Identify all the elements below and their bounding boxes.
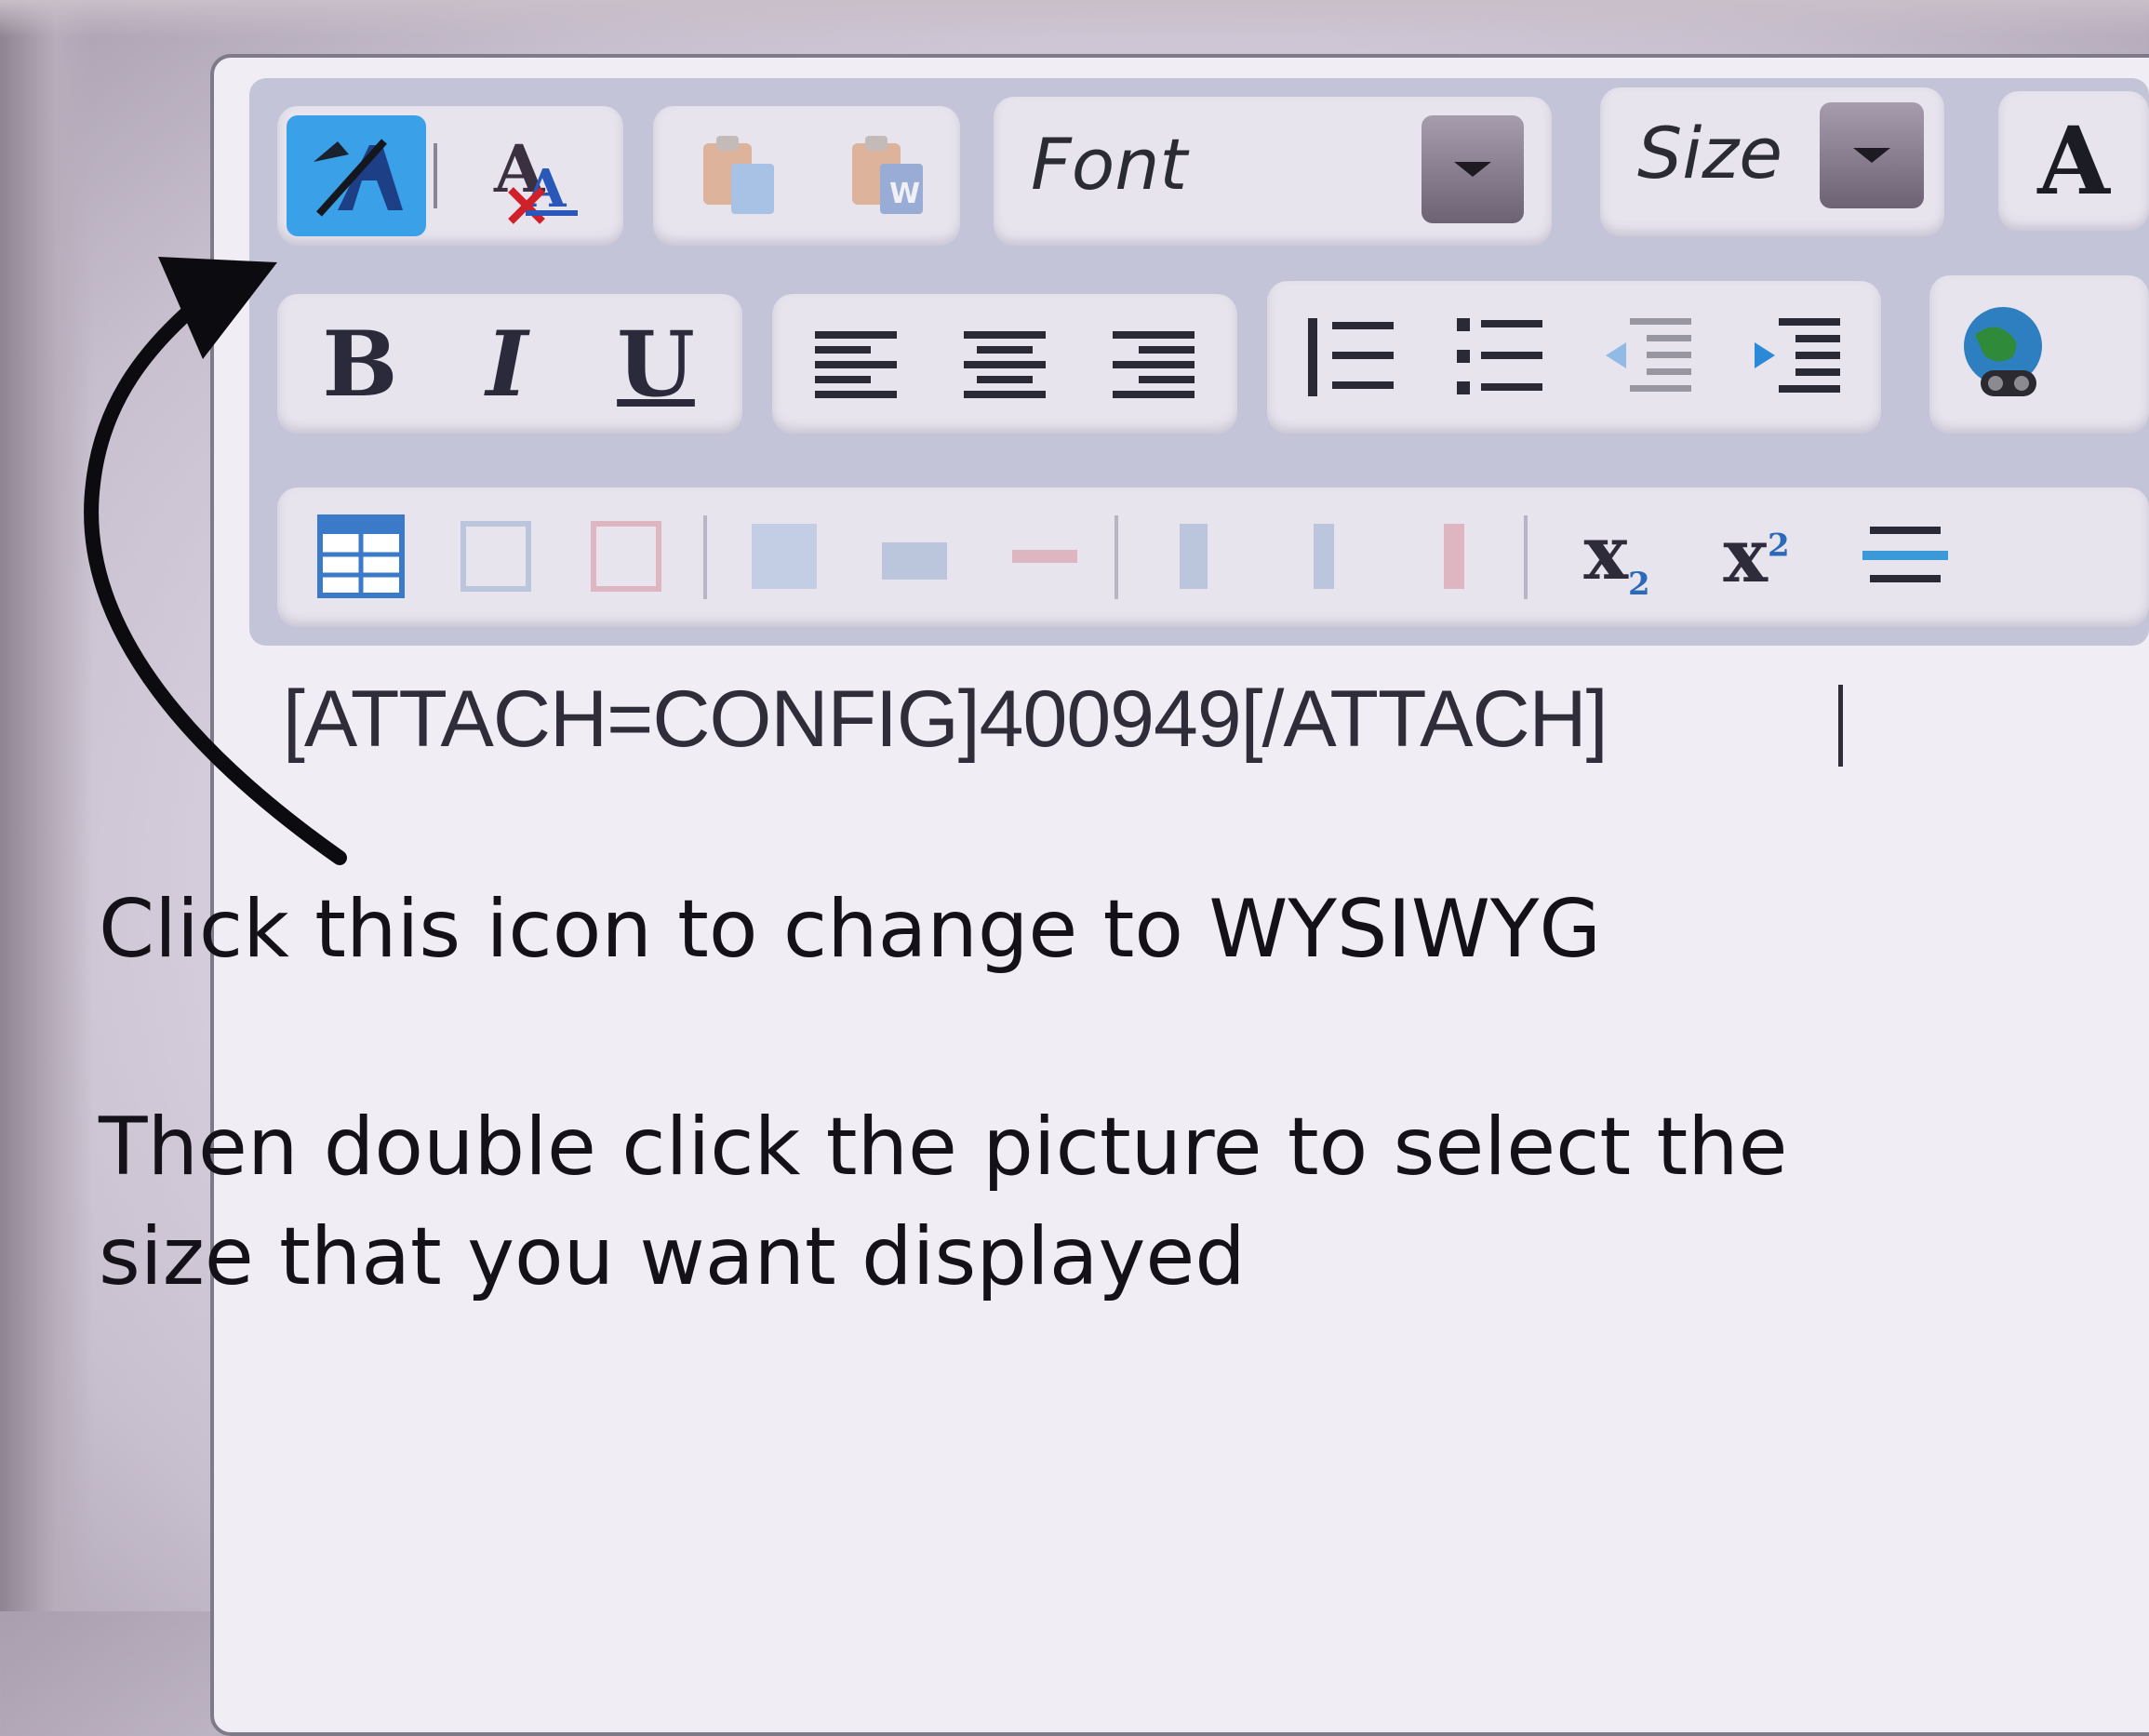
table-cell-button[interactable] bbox=[854, 501, 975, 612]
table-row-button[interactable] bbox=[435, 501, 556, 612]
superscript-mark: 2 bbox=[1768, 527, 1790, 565]
table-column-insert-icon bbox=[1314, 524, 1334, 589]
table-column-delete-icon bbox=[1444, 524, 1464, 589]
table-delete-icon bbox=[591, 521, 661, 592]
text-color-icon: A bbox=[2037, 106, 2110, 216]
size-dropdown-icon bbox=[1853, 148, 1890, 163]
subscript-glyph: x bbox=[1583, 508, 1629, 596]
indent-button[interactable] bbox=[1732, 300, 1862, 415]
italic-icon: I bbox=[486, 311, 528, 417]
font-dropdown-label[interactable]: Font bbox=[1031, 123, 1187, 206]
subscript-button[interactable]: x2 bbox=[1552, 495, 1682, 616]
subscript-icon: x2 bbox=[1583, 509, 1649, 603]
editor-toolbar: A A W Font Size A B I U x2 x2 bbox=[249, 78, 2149, 646]
switch-editor-mode-button[interactable] bbox=[287, 115, 426, 236]
toolbar-separator bbox=[434, 143, 437, 208]
align-left-button[interactable] bbox=[791, 307, 921, 419]
table-column-delete-button[interactable] bbox=[1394, 501, 1515, 612]
top-vignette bbox=[0, 0, 2149, 37]
toolbar-separator bbox=[1524, 515, 1528, 599]
unordered-list-button[interactable] bbox=[1435, 300, 1565, 415]
table-row-icon bbox=[460, 521, 531, 592]
editor-source-text[interactable]: [ATTACH=CONFIG]400949[/ATTACH] bbox=[283, 674, 1608, 766]
size-dropdown-label[interactable]: Size bbox=[1637, 112, 1782, 194]
superscript-glyph: x bbox=[1723, 512, 1769, 599]
size-dropdown-button[interactable] bbox=[1820, 102, 1924, 208]
subscript-mark: 2 bbox=[1628, 565, 1650, 603]
switch-editor-mode-icon bbox=[314, 139, 403, 217]
toolbar-group-table: x2 x2 bbox=[277, 487, 2149, 627]
toolbar-group-lists bbox=[1267, 281, 1881, 434]
font-dropdown-icon bbox=[1454, 162, 1491, 177]
paste-from-word-icon: W bbox=[852, 136, 923, 214]
paste-icon bbox=[703, 136, 774, 214]
ordered-list-icon bbox=[1308, 318, 1394, 396]
unordered-list-icon bbox=[1457, 318, 1542, 394]
toolbar-group-mode: A A bbox=[277, 106, 623, 246]
insert-link-icon bbox=[1964, 307, 2042, 396]
text-color-button[interactable]: A bbox=[2004, 100, 2143, 221]
table-props-icon bbox=[752, 524, 817, 589]
horizontal-rule-icon bbox=[1862, 527, 1948, 582]
underline-button[interactable]: U bbox=[586, 303, 726, 424]
annotation-line-2: Then double click the picture to select … bbox=[99, 1101, 1788, 1194]
align-center-icon bbox=[964, 331, 1046, 398]
toolbar-separator bbox=[1115, 515, 1118, 599]
align-right-button[interactable] bbox=[1088, 307, 1219, 419]
toolbar-group-align bbox=[772, 294, 1237, 434]
insert-link-button[interactable] bbox=[1942, 292, 2073, 413]
indent-icon bbox=[1755, 318, 1840, 393]
table-column-insert-button[interactable] bbox=[1263, 501, 1384, 612]
toolbar-group-size[interactable]: Size bbox=[1600, 87, 1944, 236]
superscript-icon: x2 bbox=[1723, 512, 1789, 599]
superscript-button[interactable]: x2 bbox=[1691, 495, 1822, 616]
outdent-icon bbox=[1606, 318, 1691, 392]
table-merge-icon bbox=[1012, 550, 1077, 563]
paste-from-word-button[interactable]: W bbox=[821, 119, 951, 231]
italic-button[interactable]: I bbox=[437, 303, 577, 424]
horizontal-rule-button[interactable] bbox=[1840, 501, 1970, 612]
ordered-list-button[interactable] bbox=[1286, 300, 1416, 415]
toolbar-group-font[interactable]: Font bbox=[994, 97, 1552, 246]
align-left-icon bbox=[815, 331, 897, 398]
outdent-button[interactable] bbox=[1583, 300, 1714, 415]
toolbar-group-paste: W bbox=[653, 106, 960, 246]
table-props-button[interactable] bbox=[724, 501, 845, 612]
align-right-icon bbox=[1113, 331, 1195, 398]
annotation-line-1: Click this icon to change to WYSIWYG bbox=[99, 883, 1602, 976]
underline-icon: U bbox=[617, 311, 695, 417]
table-column-button[interactable] bbox=[1133, 501, 1254, 612]
svg-text:W: W bbox=[889, 178, 920, 210]
align-center-button[interactable] bbox=[940, 307, 1070, 419]
table-cell-icon bbox=[882, 542, 947, 580]
font-dropdown-button[interactable] bbox=[1422, 115, 1524, 223]
table-column-icon bbox=[1180, 524, 1208, 589]
annotation-line-3: size that you want displayed bbox=[99, 1210, 1246, 1303]
text-cursor bbox=[1838, 685, 1843, 767]
remove-format-button[interactable]: A A bbox=[463, 115, 603, 236]
annotation-arrow bbox=[84, 257, 347, 865]
table-delete-button[interactable] bbox=[566, 501, 687, 612]
toolbar-group-link bbox=[1929, 275, 2149, 434]
toolbar-separator bbox=[703, 515, 707, 599]
paste-button[interactable] bbox=[672, 119, 802, 231]
remove-format-icon: A A bbox=[493, 130, 578, 224]
toolbar-group-color: A bbox=[1998, 91, 2149, 231]
table-merge-button[interactable] bbox=[984, 501, 1105, 612]
